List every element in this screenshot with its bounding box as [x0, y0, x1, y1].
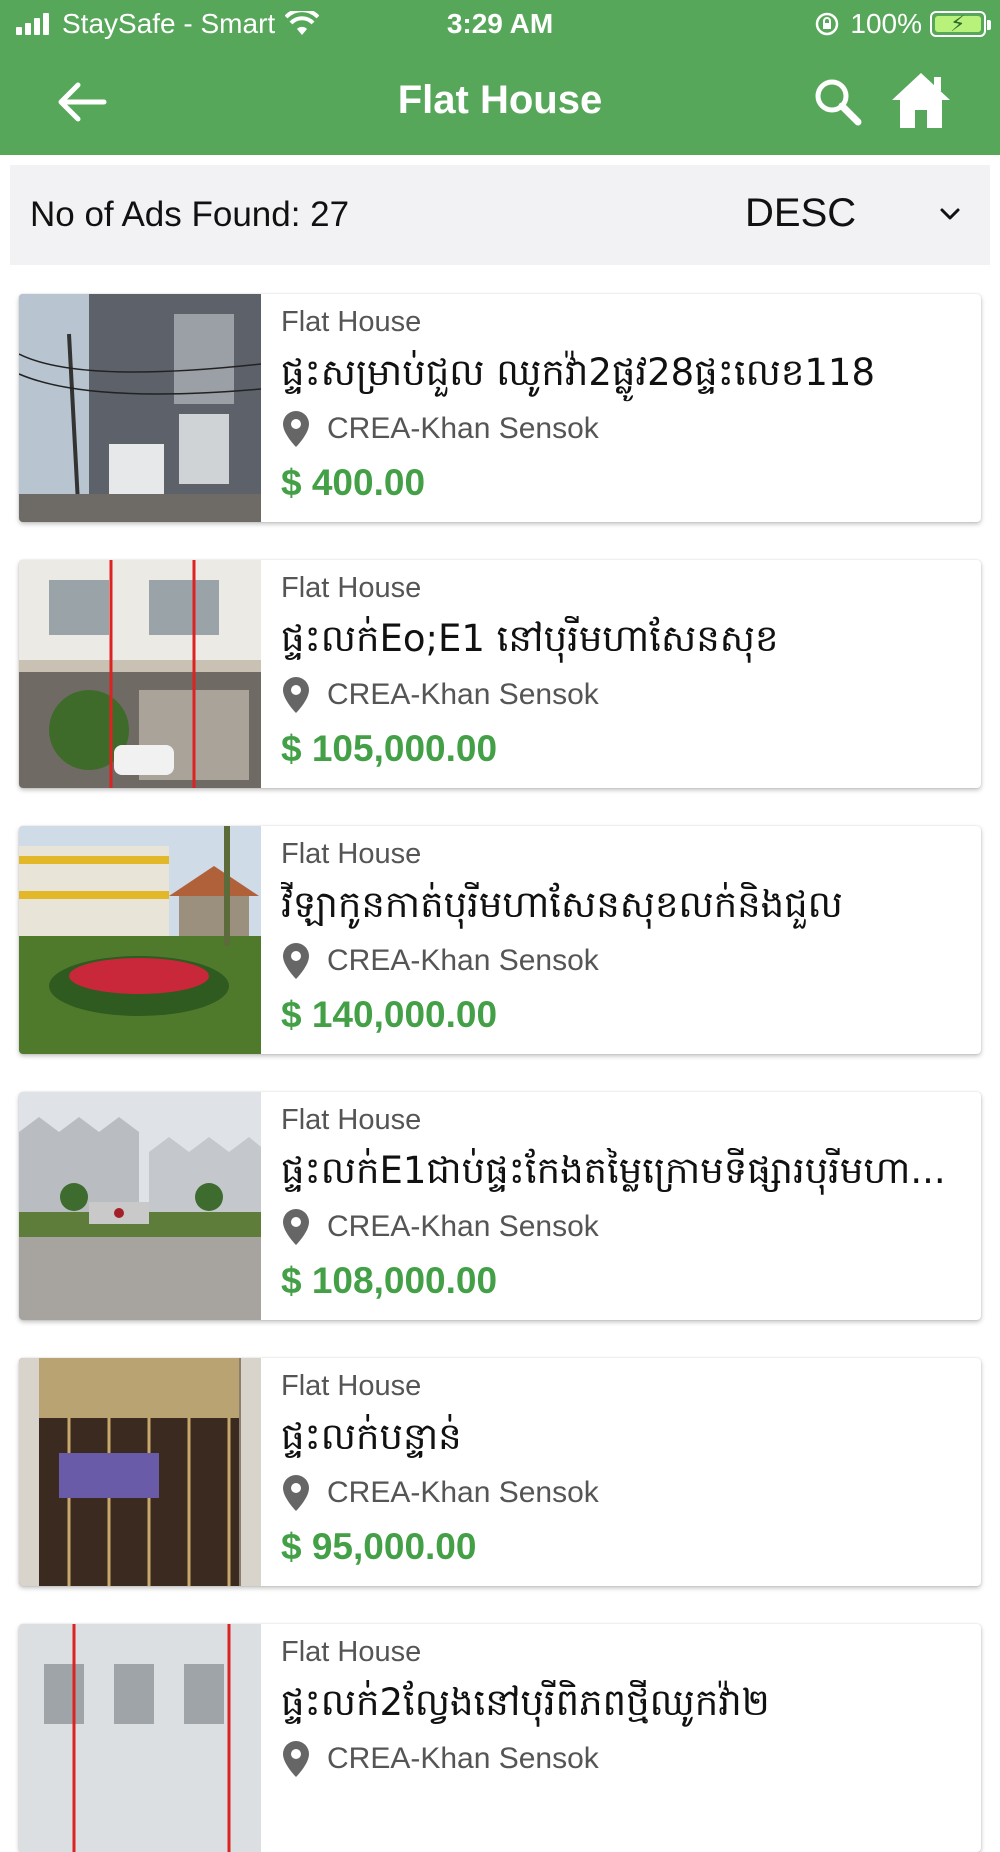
sort-bar: No of Ads Found: 27 DESC	[10, 165, 990, 265]
listing-price: $ 140,000.00	[281, 994, 498, 1035]
listing-card[interactable]: Flat House ផ្ទះលក់Eo;E1 នៅបុរីមហាសែនសុខ …	[19, 560, 981, 788]
ads-count: No of Ads Found: 27	[30, 195, 350, 234]
battery-percent: 100%	[850, 8, 922, 39]
status-right: 100% ⚡	[814, 8, 991, 40]
listing-category: Flat House	[281, 572, 422, 604]
location-pin-icon	[283, 1741, 309, 1777]
listing-thumbnail	[19, 1624, 261, 1852]
sort-order-value: DESC	[745, 191, 857, 235]
listing-location-text: CREA-Khan Sensok	[327, 1476, 599, 1509]
listing-title[interactable]: ផ្ទះលក់Eo;E1 នៅបុរីមហាសែនសុខ	[281, 616, 971, 670]
listing-price: $ 95,000.00	[281, 1526, 477, 1567]
listing-location: CREA-Khan Sensok	[281, 676, 599, 714]
listing-info: Flat House ផ្ទះលក់Eo;E1 នៅបុរីមហាសែនសុខ …	[281, 560, 971, 788]
rotation-lock-icon	[816, 12, 839, 36]
listing-title[interactable]: ផ្ទះលក់E1ជាប់ផ្ទះកែងតម្លៃក្រោមទីផ្សារបុរ…	[281, 1148, 971, 1202]
listing-location: CREA-Khan Sensok	[281, 410, 599, 448]
listing-title[interactable]: ផ្ទះសម្រាប់ជួល ឈូកវ៉ា2ផ្លូវ28ផ្ទះលេខ118	[281, 350, 971, 404]
listing-category: Flat House	[281, 306, 422, 338]
listing-thumbnail	[19, 560, 261, 788]
listing-info: Flat House ផ្ទះសម្រាប់ជួល ឈូកវ៉ា2ផ្លូវ28…	[281, 294, 971, 522]
listing-category: Flat House	[281, 1104, 422, 1136]
listing-location: CREA-Khan Sensok	[281, 942, 599, 980]
listing-title[interactable]: ផ្ទះលក់បន្ទាន់	[281, 1414, 971, 1468]
listing-thumbnail	[19, 1358, 261, 1586]
location-pin-icon	[283, 677, 309, 713]
listing-location: CREA-Khan Sensok	[281, 1474, 599, 1512]
listing-location-text: CREA-Khan Sensok	[327, 944, 599, 977]
listing-category: Flat House	[281, 1370, 422, 1402]
listing-location-text: CREA-Khan Sensok	[327, 1210, 599, 1243]
listing-location-text: CREA-Khan Sensok	[327, 412, 599, 445]
location-pin-icon	[283, 1475, 309, 1511]
nav-bar: Flat House	[0, 50, 1000, 155]
home-icon	[892, 73, 950, 128]
listing-info: Flat House ផ្ទះលក់2ល្វែងនៅបុរីពិភពថ្មីឈូ…	[281, 1624, 971, 1852]
home-button[interactable]	[888, 68, 954, 134]
listing-info: Flat House ផ្ទះលក់E1ជាប់ផ្ទះកែងតម្លៃក្រោ…	[281, 1092, 971, 1320]
chevron-down-icon	[940, 208, 960, 220]
location-pin-icon	[283, 1209, 309, 1245]
listing-title[interactable]: ផ្ទះលក់2ល្វែងនៅបុរីពិភពថ្មីឈូកវ៉ា២	[281, 1680, 971, 1734]
listing-location: CREA-Khan Sensok	[281, 1740, 599, 1778]
search-icon	[815, 79, 862, 126]
battery-icon: ⚡	[930, 11, 991, 37]
location-pin-icon	[283, 943, 309, 979]
listing-card[interactable]: Flat House ផ្ទះលក់បន្ទាន់ CREA-Khan Sens…	[19, 1358, 981, 1586]
listing-card[interactable]: Flat House ផ្ទះសម្រាប់ជួល ឈូកវ៉ា2ផ្លូវ28…	[19, 294, 981, 522]
listing-info: Flat House ផ្ទះលក់បន្ទាន់ CREA-Khan Sens…	[281, 1358, 971, 1586]
app-header: StaySafe - Smart 3:29 AM 100% ⚡ Flat Hou…	[0, 0, 1000, 155]
listing-thumbnail	[19, 294, 261, 522]
status-bar: StaySafe - Smart 3:29 AM 100% ⚡	[0, 0, 1000, 50]
sort-order-select[interactable]: DESC	[735, 187, 975, 243]
listing-location: CREA-Khan Sensok	[281, 1208, 599, 1246]
listing-card[interactable]: Flat House ផ្ទះលក់E1ជាប់ផ្ទះកែងតម្លៃក្រោ…	[19, 1092, 981, 1320]
listing-title[interactable]: វីឡាកូនកាត់បុរីមហាសែនសុខលក់និងជួល	[281, 882, 971, 936]
listing-category: Flat House	[281, 1636, 422, 1668]
listing-thumbnail	[19, 1092, 261, 1320]
listing-card[interactable]: Flat House វីឡាកូនកាត់បុរីមហាសែនសុខលក់និ…	[19, 826, 981, 1054]
location-pin-icon	[283, 411, 309, 447]
listing-category: Flat House	[281, 838, 422, 870]
listing-location-text: CREA-Khan Sensok	[327, 1742, 599, 1775]
listing-card[interactable]: Flat House ផ្ទះលក់2ល្វែងនៅបុរីពិភពថ្មីឈូ…	[19, 1624, 981, 1852]
listing-price: $ 108,000.00	[281, 1260, 498, 1301]
search-button[interactable]	[810, 74, 866, 130]
listing-thumbnail	[19, 826, 261, 1054]
listing-location-text: CREA-Khan Sensok	[327, 678, 599, 711]
listing-price: $ 400.00	[281, 462, 426, 503]
listing-price: $ 105,000.00	[281, 728, 498, 769]
listing-info: Flat House វីឡាកូនកាត់បុរីមហាសែនសុខលក់និ…	[281, 826, 971, 1054]
